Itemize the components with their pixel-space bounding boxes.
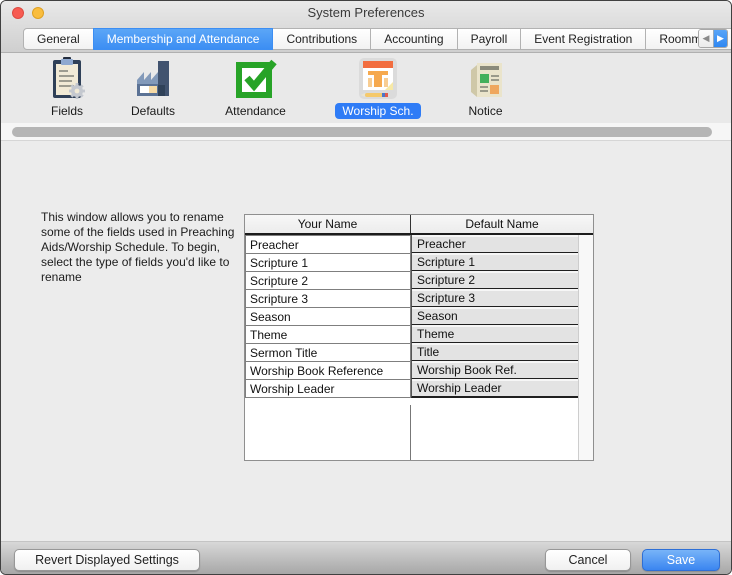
revert-displayed-settings-button[interactable]: Revert Displayed Settings [14, 549, 200, 571]
default-name-cell: Preacher [411, 235, 578, 254]
section-toolbar: Fields Defaults [1, 53, 731, 123]
description-text: This window allows you to rename some of… [41, 210, 251, 285]
your-name-input[interactable] [245, 235, 411, 254]
chevron-right-icon: ▶ [717, 33, 724, 44]
worship-schedule-pane: This window allows you to rename some of… [1, 141, 731, 541]
default-name-cell: Scripture 2 [411, 271, 578, 290]
horizontal-scrollbar-thumb[interactable] [12, 127, 712, 137]
tab-membership-and-attendance[interactable]: Membership and Attendance [93, 28, 274, 50]
default-name-cell: Scripture 1 [411, 253, 578, 272]
your-name-input[interactable] [245, 379, 411, 398]
tab-payroll[interactable]: Payroll [457, 28, 522, 50]
horizontal-scrollbar[interactable] [1, 123, 731, 141]
default-name-cell: Theme [411, 325, 578, 344]
vertical-scrollbar-track[interactable] [578, 235, 593, 460]
newspaper-icon [463, 56, 509, 102]
toolbar-item-fields[interactable]: Fields [21, 53, 113, 119]
default-name-cell: Worship Book Ref. [411, 361, 578, 380]
chevron-left-icon: ◀ [703, 33, 710, 44]
table-empty-area [245, 405, 578, 460]
toolbar-item-label: Defaults [124, 103, 182, 119]
your-name-input[interactable] [245, 325, 411, 344]
system-preferences-window: System Preferences General Membership an… [0, 0, 732, 575]
save-button[interactable]: Save [642, 549, 720, 571]
table-row: Scripture 2 [245, 271, 578, 290]
checkbox-icon [233, 56, 279, 102]
tab-contributions[interactable]: Contributions [272, 28, 371, 50]
scroll-tabs-left-button[interactable]: ◀ [699, 30, 713, 47]
table-row: Title [245, 343, 578, 362]
tab-accounting[interactable]: Accounting [370, 28, 457, 50]
default-name-cell: Scripture 3 [411, 289, 578, 308]
worship-schedule-icon [355, 56, 401, 102]
cancel-button[interactable]: Cancel [545, 549, 631, 571]
toolbar-item-worship-schedule[interactable]: Worship Sch. [318, 53, 438, 119]
table-body: Preacher Scripture 1 Scripture 2 Scriptu… [245, 235, 593, 460]
toolbar-item-label: Fields [44, 103, 90, 119]
your-name-input[interactable] [245, 271, 411, 290]
tab-general[interactable]: General [23, 28, 94, 50]
clipboard-gear-icon [44, 56, 90, 102]
titlebar[interactable]: System Preferences [1, 1, 731, 25]
window-title: System Preferences [1, 5, 731, 20]
table-row: Scripture 3 [245, 289, 578, 308]
tab-event-registration[interactable]: Event Registration [520, 28, 646, 50]
table-row: Scripture 1 [245, 253, 578, 272]
your-name-input[interactable] [245, 307, 411, 326]
default-name-cell: Title [411, 343, 578, 362]
table-row: Preacher [245, 235, 578, 254]
your-name-input[interactable] [245, 361, 411, 380]
column-header-your-name[interactable]: Your Name [245, 215, 411, 233]
table-row: Theme [245, 325, 578, 344]
column-header-default-name[interactable]: Default Name [411, 215, 593, 233]
your-name-input[interactable] [245, 289, 411, 308]
tab-scroller: ◀ ▶ [698, 29, 728, 48]
footer-bar: Revert Displayed Settings Cancel Save [1, 541, 731, 575]
toolbar-item-label: Notice [461, 103, 509, 119]
toolbar-item-defaults[interactable]: Defaults [113, 53, 193, 119]
your-name-input[interactable] [245, 343, 411, 362]
table-header: Your Name Default Name [245, 215, 593, 235]
toolbar-item-label: Attendance [218, 103, 293, 119]
table-row: Worship Book Ref. [245, 361, 578, 380]
toolbar-item-attendance[interactable]: Attendance [193, 53, 318, 119]
default-name-cell: Worship Leader [411, 379, 578, 398]
preference-tabs: General Membership and Attendance Contri… [23, 28, 732, 50]
table-row: Season [245, 307, 578, 326]
window-chrome: System Preferences General Membership an… [1, 1, 731, 53]
field-rename-table: Your Name Default Name Preacher Scriptur… [244, 214, 594, 461]
default-name-cell: Season [411, 307, 578, 326]
scroll-tabs-right-button[interactable]: ▶ [713, 30, 727, 47]
toolbar-item-label: Worship Sch. [335, 103, 420, 119]
your-name-input[interactable] [245, 253, 411, 272]
table-row: Worship Leader [245, 379, 578, 398]
factory-icon [130, 56, 176, 102]
toolbar-item-notice[interactable]: Notice [438, 53, 533, 119]
